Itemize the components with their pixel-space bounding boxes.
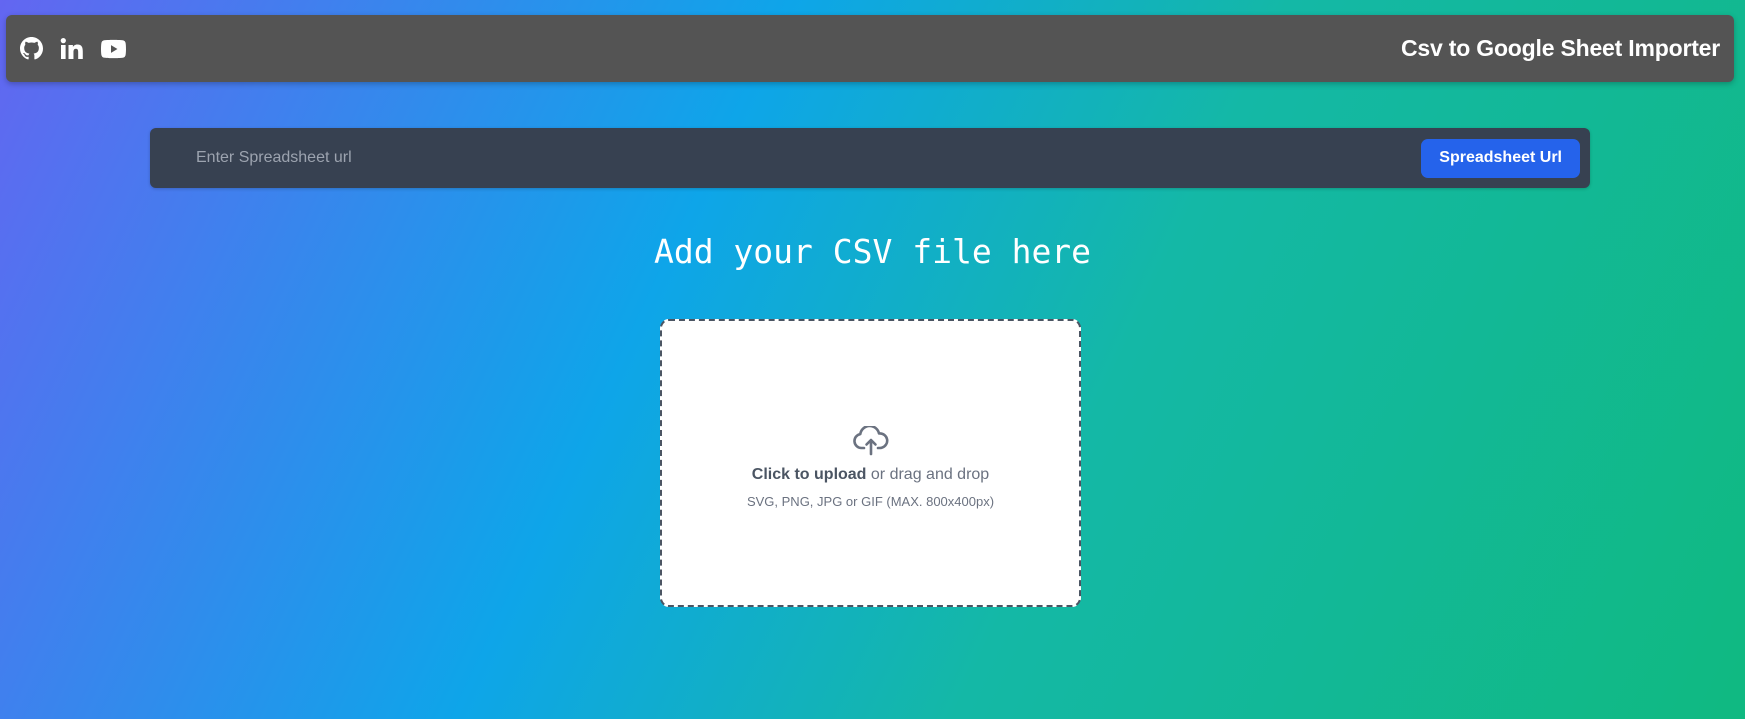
- youtube-link[interactable]: [101, 39, 126, 59]
- linkedin-link[interactable]: [60, 37, 84, 61]
- github-link[interactable]: [20, 37, 43, 60]
- cloud-upload-icon: [852, 425, 888, 455]
- top-navbar: Csv to Google Sheet Importer: [6, 15, 1734, 82]
- file-type-hint: SVG, PNG, JPG or GIF (MAX. 800x400px): [746, 493, 995, 509]
- youtube-icon: [101, 39, 126, 58]
- spreadsheet-url-button[interactable]: Spreadsheet Url: [1421, 138, 1580, 178]
- page-heading: Add your CSV file here: [653, 232, 1092, 271]
- drag-drop-text: or drag and drop: [866, 465, 990, 483]
- spreadsheet-url-bar: Spreadsheet Url: [150, 128, 1590, 188]
- linkedin-icon: [60, 37, 83, 59]
- click-to-upload-text[interactable]: Click to upload: [752, 466, 867, 483]
- social-links: [20, 37, 126, 61]
- spreadsheet-url-input[interactable]: [196, 149, 1422, 167]
- csv-dropzone[interactable]: Click to upload or drag and drop SVG, PN…: [660, 319, 1081, 607]
- upload-instruction: Click to upload or drag and drop: [752, 466, 989, 484]
- github-icon: [20, 37, 43, 60]
- app-title: Csv to Google Sheet Importer: [1400, 35, 1720, 61]
